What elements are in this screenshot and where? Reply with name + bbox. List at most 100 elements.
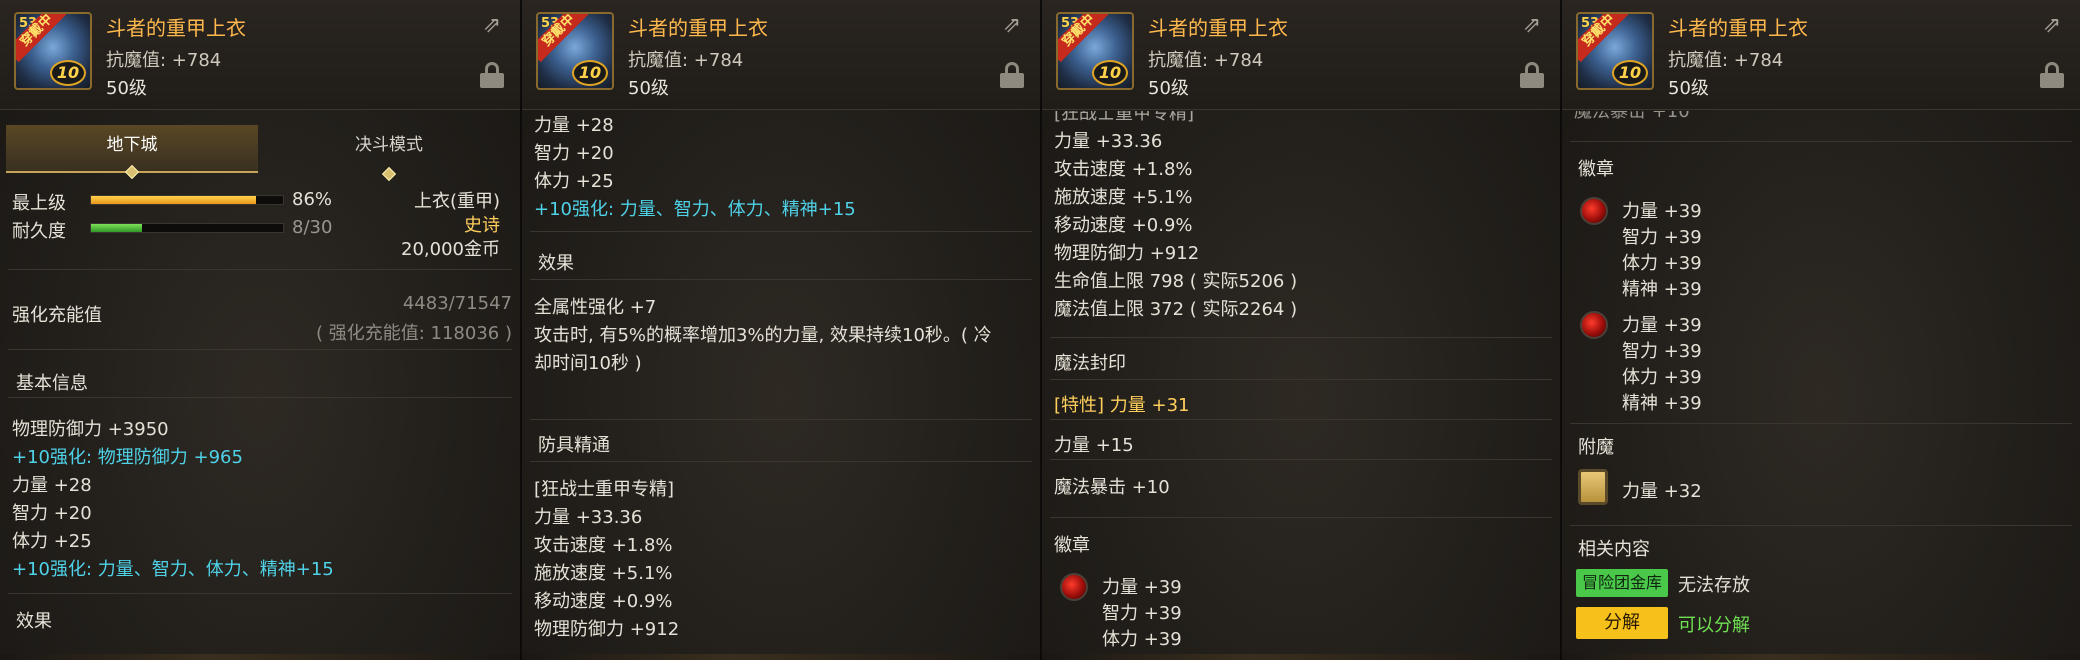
- tab-pvp-label: 决斗模式: [355, 135, 423, 155]
- item-name: 斗者的重甲上衣: [1668, 16, 1808, 40]
- guild-storage-label: 冒险团金库: [1581, 573, 1662, 592]
- item-header: 53 穿戴中 10 斗者的重甲上衣 抗魔值: +784 50级 ⇗: [1042, 0, 1560, 110]
- lock-icon[interactable]: [1520, 62, 1544, 88]
- stat-line: 智力 +20: [12, 503, 92, 524]
- emblem-line: 力量 +39: [1622, 201, 1702, 222]
- enchant-card-icon[interactable]: [1578, 469, 1608, 505]
- stat-line: 攻击速度 +1.8%: [1054, 159, 1193, 180]
- emblem-line: 力量 +39: [1102, 577, 1182, 598]
- rarity: 史诗: [464, 215, 500, 236]
- emblem-red-icon[interactable]: [1580, 197, 1608, 225]
- tab-diamond-icon: [124, 164, 140, 180]
- stat-line: 移动速度 +0.9%: [1054, 215, 1193, 236]
- top-level-value: 86%: [292, 189, 333, 210]
- emblem-line: 智力 +39: [1102, 603, 1182, 624]
- effect-line: 攻击时, 有5%的概率增加3%的力量, 效果持续10秒。( 冷: [534, 325, 992, 346]
- emblem-line: 智力 +39: [1622, 227, 1702, 248]
- charge-value: 4483/71547: [402, 293, 512, 314]
- stat-line: 力量 +33.36: [1054, 131, 1163, 152]
- emblem-title: 徽章: [1054, 535, 1090, 556]
- stat-line: 力量 +28: [534, 115, 614, 136]
- durability-bar: [90, 223, 284, 233]
- related-title: 相关内容: [1578, 539, 1650, 560]
- tab-dungeon-label: 地下城: [106, 135, 158, 155]
- item-level: 50级: [1148, 78, 1189, 99]
- emblem-line: 力量 +39: [1622, 315, 1702, 336]
- lock-icon[interactable]: [2040, 62, 2064, 88]
- item-armor-icon[interactable]: 53 穿戴中 10: [536, 12, 614, 90]
- share-icon[interactable]: ⇗: [1518, 14, 1546, 38]
- top-level-label: 最上级: [12, 193, 66, 214]
- effect-line: 却时间10秒 ): [534, 353, 642, 374]
- tab-diamond-icon: [381, 166, 397, 182]
- stat-line: 施放速度 +5.1%: [1054, 187, 1193, 208]
- lock-icon[interactable]: [1000, 62, 1024, 88]
- magic-resist: 抗魔值: +784: [1148, 50, 1264, 71]
- item-name: 斗者的重甲上衣: [628, 16, 768, 40]
- mastery-line: 施放速度 +5.1%: [534, 563, 673, 584]
- stat-line: 魔法值上限 372 ( 实际2264 ): [1054, 299, 1298, 320]
- emblem-line: 智力 +39: [1622, 341, 1702, 362]
- share-icon[interactable]: ⇗: [2038, 14, 2066, 38]
- disassemble-button[interactable]: 分解: [1576, 607, 1668, 639]
- emblem-line: 体力 +39: [1622, 253, 1702, 274]
- stat-line: 体力 +25: [534, 171, 614, 192]
- tooltip-panel-2: 53 穿戴中 10 斗者的重甲上衣 抗魔值: +784 50级 ⇗ 力量 +28…: [522, 0, 1040, 660]
- emblem-line: 体力 +39: [1622, 367, 1702, 388]
- emblem-line: 精神 +39: [1622, 279, 1702, 300]
- mastery-line-partial: [狂战士重甲专精]: [1054, 111, 1195, 124]
- share-icon[interactable]: ⇗: [478, 14, 506, 38]
- mastery-line: 物理防御力 +912: [534, 619, 680, 640]
- tab-dungeon[interactable]: 地下城: [6, 125, 258, 180]
- seal-title: 魔法封印: [1054, 353, 1126, 374]
- item-name: 斗者的重甲上衣: [1148, 16, 1288, 40]
- charge-label: 强化充能值: [12, 305, 102, 326]
- storage-status: 无法存放: [1678, 575, 1750, 596]
- slot-type: 上衣(重甲): [413, 191, 500, 212]
- reinforce-badge: 10: [50, 60, 86, 86]
- emblem-title: 徽章: [1578, 159, 1614, 180]
- enchant-line: 力量 +32: [1622, 481, 1702, 502]
- item-name: 斗者的重甲上衣: [106, 16, 246, 40]
- stat-line: 力量 +28: [12, 475, 92, 496]
- mastery-line: 力量 +33.36: [534, 507, 643, 528]
- item-level: 50级: [106, 78, 147, 99]
- stat-line: 生命值上限 798 ( 实际5206 ): [1054, 271, 1298, 292]
- reinforce-badge: 10: [1612, 60, 1648, 86]
- emblem-line: 精神 +39: [1622, 393, 1702, 414]
- stat-line: 物理防御力 +3950: [12, 419, 169, 440]
- effect-line: 全属性强化 +7: [534, 297, 657, 318]
- emblem-line: 体力 +39: [1102, 629, 1182, 650]
- charge-sub: ( 强化充能值: 118036 ): [316, 323, 512, 344]
- tooltip-panel-4: 53 穿戴中 10 斗者的重甲上衣 抗魔值: +784 50级 ⇗ 魔法暴击 +…: [1562, 0, 2080, 660]
- stat-line: +10强化: 力量、智力、体力、精神+15: [534, 199, 856, 220]
- price: 20,000金币: [401, 239, 500, 260]
- share-icon[interactable]: ⇗: [998, 14, 1026, 38]
- mode-tabs: 地下城 决斗模式: [6, 125, 514, 182]
- item-header: 53 穿戴中 10 斗者的重甲上衣 抗魔值: +784 50级 ⇗: [1562, 0, 2080, 110]
- disassemble-label: 分解: [1604, 612, 1640, 633]
- item-level: 50级: [628, 78, 669, 99]
- item-armor-icon[interactable]: 53 穿戴中 10: [14, 12, 92, 90]
- mastery-line: [狂战士重甲专精]: [534, 479, 675, 500]
- stat-line: 智力 +20: [534, 143, 614, 164]
- tooltip-panel-1: 53 穿戴中 10 斗者的重甲上衣 抗魔值: +784 50级 ⇗ 地下城 决斗…: [0, 0, 520, 660]
- emblem-red-icon[interactable]: [1060, 573, 1088, 601]
- item-armor-icon[interactable]: 53 穿戴中 10: [1056, 12, 1134, 90]
- magic-resist: 抗魔值: +784: [628, 50, 744, 71]
- magic-resist: 抗魔值: +784: [106, 50, 222, 71]
- guild-storage-button[interactable]: 冒险团金库: [1576, 569, 1668, 597]
- effect-title: 效果: [538, 253, 574, 274]
- effect-title: 效果: [16, 611, 52, 632]
- disassemble-status: 可以分解: [1678, 615, 1750, 636]
- magic-resist: 抗魔值: +784: [1668, 50, 1784, 71]
- tab-pvp[interactable]: 决斗模式: [264, 125, 514, 182]
- item-armor-icon[interactable]: 53 穿戴中 10: [1576, 12, 1654, 90]
- top-level-bar: [90, 195, 284, 205]
- stat-line: 物理防御力 +912: [1054, 243, 1200, 264]
- basic-info-title: 基本信息: [16, 373, 88, 394]
- emblem-red-icon[interactable]: [1580, 311, 1608, 339]
- mastery-line: 攻击速度 +1.8%: [534, 535, 673, 556]
- item-level: 50级: [1668, 78, 1709, 99]
- lock-icon[interactable]: [480, 62, 504, 88]
